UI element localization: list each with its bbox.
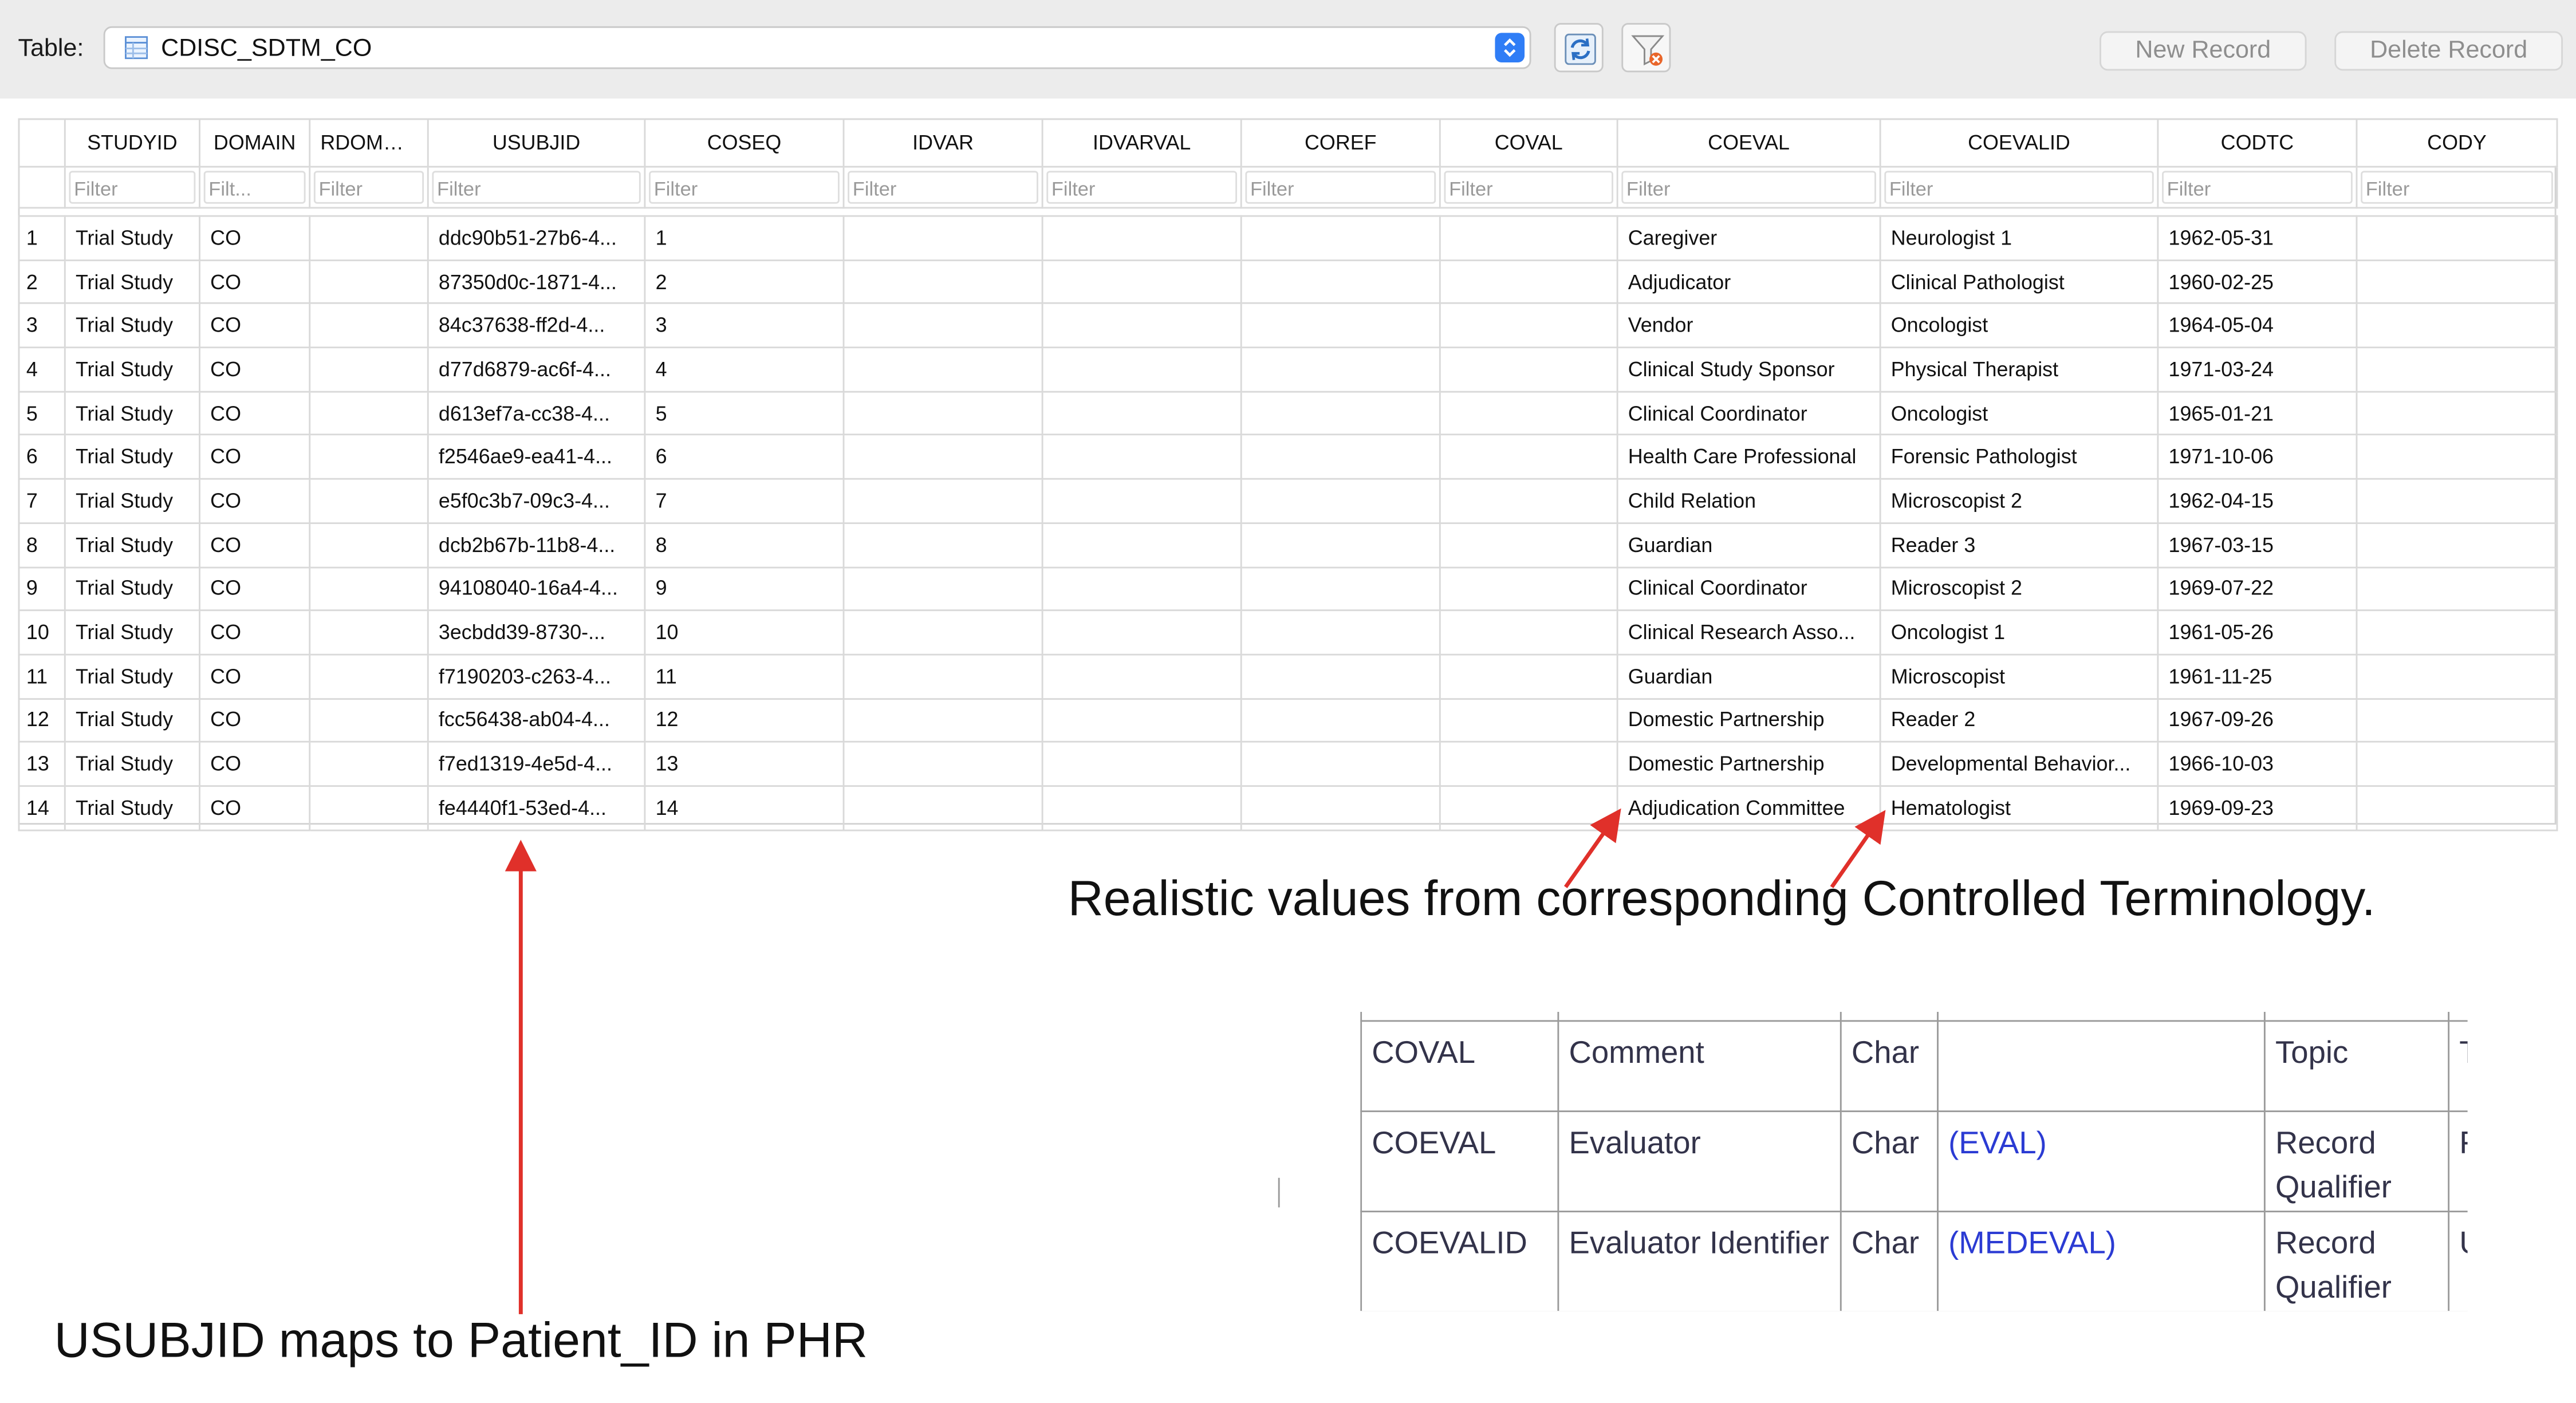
spec-extra: U [2448, 1211, 2468, 1311]
spec-row: COVAL Comment Char Topic T [1360, 1020, 2468, 1113]
spec-role: Topic [2263, 1020, 2450, 1113]
text-cursor [1278, 1177, 1280, 1208]
spec-type: Char [1840, 1211, 1939, 1311]
spec-row: COEVALID Evaluator Identifier Char (MEDE… [1360, 1211, 2468, 1311]
spec-type: Char [1840, 1110, 1939, 1213]
spec-role: Record Qualifier [2263, 1211, 2450, 1311]
spec-row: COEVAL Evaluator Char (EVAL) Record Qual… [1360, 1110, 2468, 1213]
codelist-link[interactable]: (MEDEVAL) [1948, 1227, 2116, 1262]
spec-type: Char [1840, 1020, 1939, 1113]
spec-label: Evaluator [1557, 1110, 1842, 1213]
usubjid-mapping-note: USUBJID maps to Patient_ID in PHR [54, 1314, 868, 1369]
spec-variable: COVAL [1360, 1020, 1559, 1113]
spec-extra: F [2448, 1110, 2468, 1213]
spec-codelist [1937, 1020, 2266, 1113]
spec-role: Record Qualifier [2263, 1110, 2450, 1213]
controlled-terminology-note: Realistic values from corresponding Cont… [1068, 872, 2376, 927]
spec-label: Comment [1557, 1020, 1842, 1113]
spec-extra: T [2448, 1020, 2468, 1113]
spec-variable: COEVAL [1360, 1110, 1559, 1213]
spec-label: Evaluator Identifier [1557, 1211, 1842, 1311]
codelist-link[interactable]: (EVAL) [1948, 1127, 2047, 1161]
ct-spec-table: COVAL Comment Char Topic T COEVAL Evalua… [1360, 1012, 2468, 1311]
screenshot-canvas: Table: CDISC_SDTM_CO New Record Delete R… [0, 0, 2576, 1403]
spec-variable: COEVALID [1360, 1211, 1559, 1311]
